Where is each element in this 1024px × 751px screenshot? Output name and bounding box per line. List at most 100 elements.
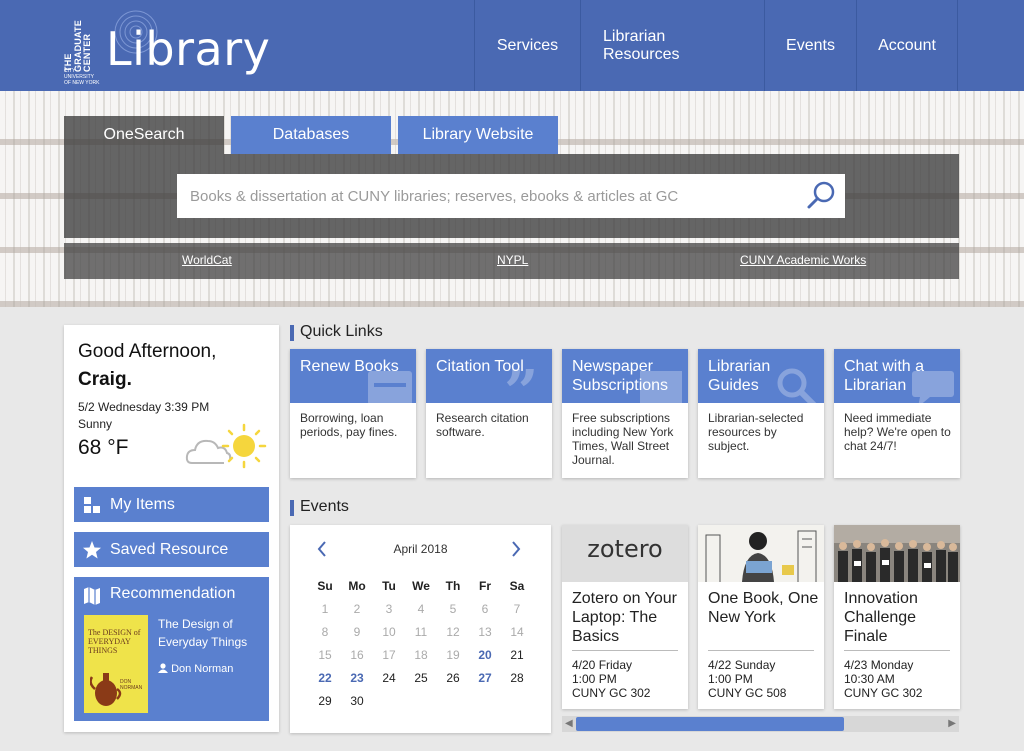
event-date: 4/23 Monday — [844, 658, 914, 672]
calendar-day[interactable]: 7 — [501, 598, 533, 621]
nav-services[interactable]: Services — [474, 0, 580, 91]
nypl-link[interactable]: NYPL — [497, 253, 528, 267]
nav-events[interactable]: Events — [764, 0, 856, 91]
search-tabs: OneSearch Databases Library Website — [64, 116, 565, 154]
event-location: CUNY GC 508 — [708, 686, 787, 700]
quick-link-chat-with-a-librarian[interactable]: Chat with a Librarian Need immediate hel… — [834, 349, 960, 478]
event-image: zotero — [562, 525, 688, 582]
calendar-day[interactable]: 8 — [309, 621, 341, 644]
events-scrollbar[interactable]: ◀ ▶ — [562, 716, 959, 732]
event-date: 4/20 Friday — [572, 658, 633, 672]
calendar-day[interactable]: 21 — [501, 644, 533, 667]
nav-librarian-resources[interactable]: Librarian Resources — [580, 0, 764, 91]
calendar-day[interactable]: 2 — [341, 598, 373, 621]
recommended-book-author: Don Norman — [158, 663, 233, 675]
library-logo[interactable]: THE GRADUATE CENTER CITY UNIVERSITY OF N… — [60, 10, 270, 86]
current-datetime: 5/2 Wednesday 3:39 PM — [78, 400, 210, 414]
calendar-day[interactable]: 16 — [341, 644, 373, 667]
tab-library-website[interactable]: Library Website — [398, 116, 558, 154]
calendar-day[interactable]: 26 — [437, 667, 469, 690]
quick-link-description: Free subscriptions including New York Ti… — [572, 411, 674, 467]
user-name: Craig. — [78, 369, 132, 390]
calendar-day[interactable]: 3 — [373, 598, 405, 621]
calendar-day[interactable]: 6 — [469, 598, 501, 621]
welcome-card: Good Afternoon, Craig. 5/2 Wednesday 3:3… — [64, 325, 279, 732]
event-location: CUNY GC 302 — [572, 686, 651, 700]
calendar-grid: Su Mo Tu We Th Fr Sa 1 2 3 4 5 6 7 8 9 1… — [309, 575, 533, 713]
worldcat-link[interactable]: WorldCat — [182, 253, 232, 267]
weekday: Th — [445, 579, 461, 593]
quick-link-librarian-guides[interactable]: Librarian Guides Librarian-selected reso… — [698, 349, 824, 478]
calendar-day[interactable]: 24 — [373, 667, 405, 690]
calendar-day[interactable]: 14 — [501, 621, 533, 644]
calendar-day[interactable]: 11 — [405, 621, 437, 644]
recommendation-label: Recommendation — [110, 585, 236, 602]
weekday: We — [412, 579, 430, 593]
nav-account[interactable]: Account — [856, 0, 957, 91]
event-image — [834, 525, 960, 582]
my-items-label: My Items — [110, 495, 175, 513]
book-cover-author: DON NORMAN — [120, 679, 143, 691]
calendar-day[interactable]: 25 — [405, 667, 437, 690]
quick-link-description: Need immediate help? We're open to chat … — [844, 411, 951, 453]
sun-cloud-icon — [185, 423, 267, 469]
tab-databases[interactable]: Databases — [231, 116, 391, 154]
person-icon — [158, 663, 168, 673]
quick-link-title: Citation Tool — [436, 358, 524, 375]
event-card-innovation-challenge[interactable]: Innovation Challenge Finale 4/23 Monday … — [834, 525, 960, 709]
book-cover-title: The DESIGN of EVERYDAY THINGS — [88, 628, 141, 655]
calendar-day[interactable]: 29 — [309, 690, 341, 713]
tab-onesearch[interactable]: OneSearch — [64, 116, 224, 154]
search-hero: OneSearch Databases Library Website Worl… — [0, 91, 1024, 307]
quick-link-renew-books[interactable]: Renew Books Borrowing, loan periods, pay… — [290, 349, 416, 478]
scroll-left-icon[interactable]: ◀ — [565, 718, 573, 729]
recommendation-panel[interactable]: Recommendation The DESIGN of EVERYDAY TH… — [74, 577, 269, 721]
recommended-book-title[interactable]: The Design of Everyday Things — [158, 615, 266, 651]
calendar-day[interactable]: 13 — [469, 621, 501, 644]
calendar-day[interactable]: 28 — [501, 667, 533, 690]
calendar-day[interactable]: 4 — [405, 598, 437, 621]
calendar-day[interactable]: 15 — [309, 644, 341, 667]
calendar-week: 15 16 17 18 19 20 21 — [309, 644, 533, 667]
scrollbar-thumb[interactable] — [576, 717, 844, 731]
calendar-day-event[interactable]: 20 — [469, 644, 501, 667]
calendar-day-event[interactable]: 22 — [309, 667, 341, 690]
graduate-center-wordmark: THE GRADUATE CENTER — [63, 20, 92, 72]
cuny-wordmark: CITY UNIVERSITY OF NEW YORK — [64, 68, 100, 86]
search-input[interactable] — [177, 174, 797, 218]
event-card-zotero[interactable]: zotero Zotero on Your Laptop: The Basics… — [562, 525, 688, 709]
calendar-day[interactable]: 5 — [437, 598, 469, 621]
my-items-button[interactable]: My Items — [74, 487, 269, 522]
event-time: 1:00 PM — [708, 672, 753, 686]
book-cover[interactable]: The DESIGN of EVERYDAY THINGS DON NORMAN — [84, 615, 148, 713]
map-icon — [84, 587, 100, 605]
calendar-day[interactable]: 19 — [437, 644, 469, 667]
event-meta: 4/20 Friday 1:00 PM CUNY GC 302 — [572, 658, 650, 700]
quick-link-newspaper-subscriptions[interactable]: Newspaper Subscriptions Free subscriptio… — [562, 349, 688, 478]
search-panel — [64, 154, 959, 238]
calendar-day-event[interactable]: 23 — [341, 667, 373, 690]
calendar-day[interactable]: 18 — [405, 644, 437, 667]
calendar-day[interactable]: 1 — [309, 598, 341, 621]
event-title: Zotero on Your Laptop: The Basics — [572, 590, 677, 645]
chevron-right-icon[interactable] — [511, 541, 521, 557]
calendar-day[interactable]: 12 — [437, 621, 469, 644]
calendar-day-event[interactable]: 27 — [469, 667, 501, 690]
weather-condition: Sunny — [78, 417, 113, 431]
event-time: 10:30 AM — [844, 672, 895, 686]
events-heading: Events — [290, 498, 349, 516]
scroll-right-icon[interactable]: ▶ — [948, 718, 956, 729]
event-card-one-book[interactable]: One Book, One New York 4/22 Sunday 1:00 … — [698, 525, 824, 709]
calendar-day[interactable]: 30 — [341, 690, 373, 713]
calendar-day[interactable]: 9 — [341, 621, 373, 644]
cuny-academic-works-link[interactable]: CUNY Academic Works — [740, 253, 866, 267]
quick-link-citation-tool[interactable]: ” Citation Tool Research citation softwa… — [426, 349, 552, 478]
calendar-week: 22 23 24 25 26 27 28 — [309, 667, 533, 690]
calendar-day[interactable]: 17 — [373, 644, 405, 667]
event-location: CUNY GC 302 — [844, 686, 923, 700]
search-icon[interactable] — [805, 179, 839, 213]
event-time: 1:00 PM — [572, 672, 617, 686]
calendar-day[interactable]: 10 — [373, 621, 405, 644]
saved-resource-button[interactable]: Saved Resource — [74, 532, 269, 567]
zotero-logo: zotero — [587, 535, 663, 563]
